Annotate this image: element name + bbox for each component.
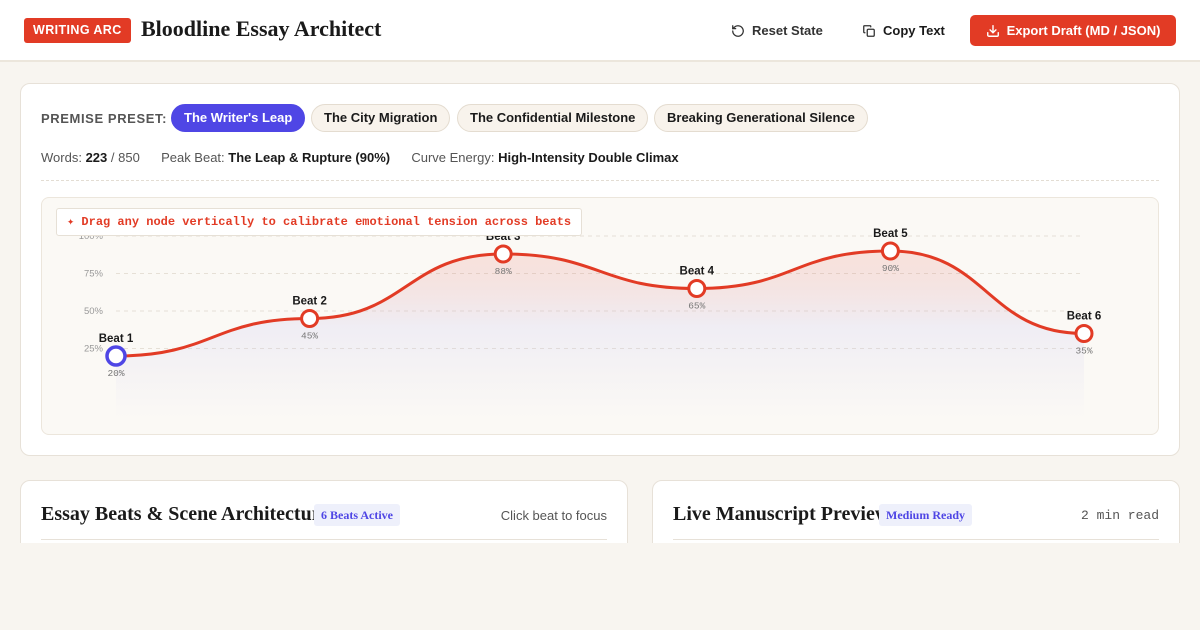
beat-label: Beat 6 [1067, 311, 1102, 323]
preset-label: PREMISE PRESET: [41, 111, 168, 126]
tension-area [116, 251, 1084, 418]
beat-value-label: 20% [107, 368, 124, 379]
beat-value-label: 88% [495, 266, 512, 277]
reset-icon [732, 24, 744, 37]
brand-badge: WRITING ARC [24, 18, 131, 43]
beats-panel-title: Essay Beats & Scene Architecture [41, 503, 330, 525]
copy-text-button[interactable]: Copy Text [862, 15, 945, 46]
beats-active-badge: 6 Beats Active [314, 504, 400, 526]
beat-value-label: 65% [688, 301, 705, 312]
preview-panel-title: Live Manuscript Preview [673, 503, 890, 525]
download-icon [986, 24, 999, 37]
words-total: / 850 [110, 150, 140, 165]
beat-value-label: 35% [1075, 346, 1092, 357]
peak-beat-label: Peak Beat: [161, 150, 225, 165]
drag-hint: ✦ Drag any node vertically to calibrate … [56, 208, 583, 236]
export-draft-button[interactable]: Export Draft (MD / JSON) [970, 15, 1176, 46]
tension-chart[interactable]: 25% 50% 75% 100% Beat 1 20% Beat 2 45% Beat 3 88%… [41, 197, 1159, 435]
beat-value-label: 45% [301, 331, 318, 342]
beat-label: Beat 1 [99, 333, 134, 345]
beat-node[interactable] [687, 279, 707, 298]
beat-label: Beat 4 [680, 266, 715, 278]
export-draft-label: Export Draft (MD / JSON) [1006, 23, 1161, 38]
copy-icon [863, 24, 875, 37]
peak-beat-value: The Leap & Rupture (90%) [228, 150, 391, 165]
preset-chip-confidential-milestone[interactable]: The Confidential Milestone [457, 104, 649, 132]
page-bottom-area [0, 543, 1200, 630]
section-divider [41, 180, 1159, 181]
curve-energy-label: Curve Energy: [411, 150, 495, 165]
app-title: Bloodline Essay Architect [141, 16, 382, 41]
beat-label: Beat 2 [292, 296, 327, 308]
beat-node[interactable] [880, 241, 900, 261]
preset-chip-city-migration[interactable]: The City Migration [311, 104, 451, 132]
beat-node[interactable] [493, 244, 513, 264]
medium-ready-badge: Medium Ready [879, 504, 972, 526]
arc-editor-card: PREMISE PRESET: The Writer's Leap The Ci… [20, 83, 1180, 456]
beat-value-label: 90% [882, 263, 899, 274]
words-label: Words: [41, 150, 82, 165]
curve-energy-value: High-Intensity Double Climax [498, 150, 679, 165]
y-tick-label: 75% [84, 269, 104, 280]
preset-chip-generational-silence[interactable]: Breaking Generational Silence [654, 104, 868, 132]
words-value: 223 [85, 150, 108, 165]
beats-panel-divider [41, 539, 607, 540]
y-tick-label: 50% [84, 306, 104, 317]
reset-state-label: Reset State [752, 23, 823, 38]
stats-row: Words: 223 / 850 Peak Beat: The Leap & R… [41, 150, 679, 165]
copy-text-label: Copy Text [883, 23, 945, 38]
beat-label: Beat 5 [873, 228, 908, 240]
read-time: 2 min read [1080, 508, 1159, 523]
beats-panel-hint: Click beat to focus [500, 508, 607, 523]
preset-chip-writers-leap[interactable]: The Writer's Leap [171, 104, 306, 132]
beat-node[interactable] [1074, 324, 1094, 343]
beat-node[interactable] [105, 345, 127, 367]
reset-state-button[interactable]: Reset State [731, 15, 823, 46]
preview-panel-divider [673, 539, 1159, 540]
beat-node[interactable] [300, 309, 320, 328]
y-tick-label: 25% [84, 344, 104, 355]
app-header: WRITING ARC Bloodline Essay Architect Re… [0, 0, 1200, 62]
